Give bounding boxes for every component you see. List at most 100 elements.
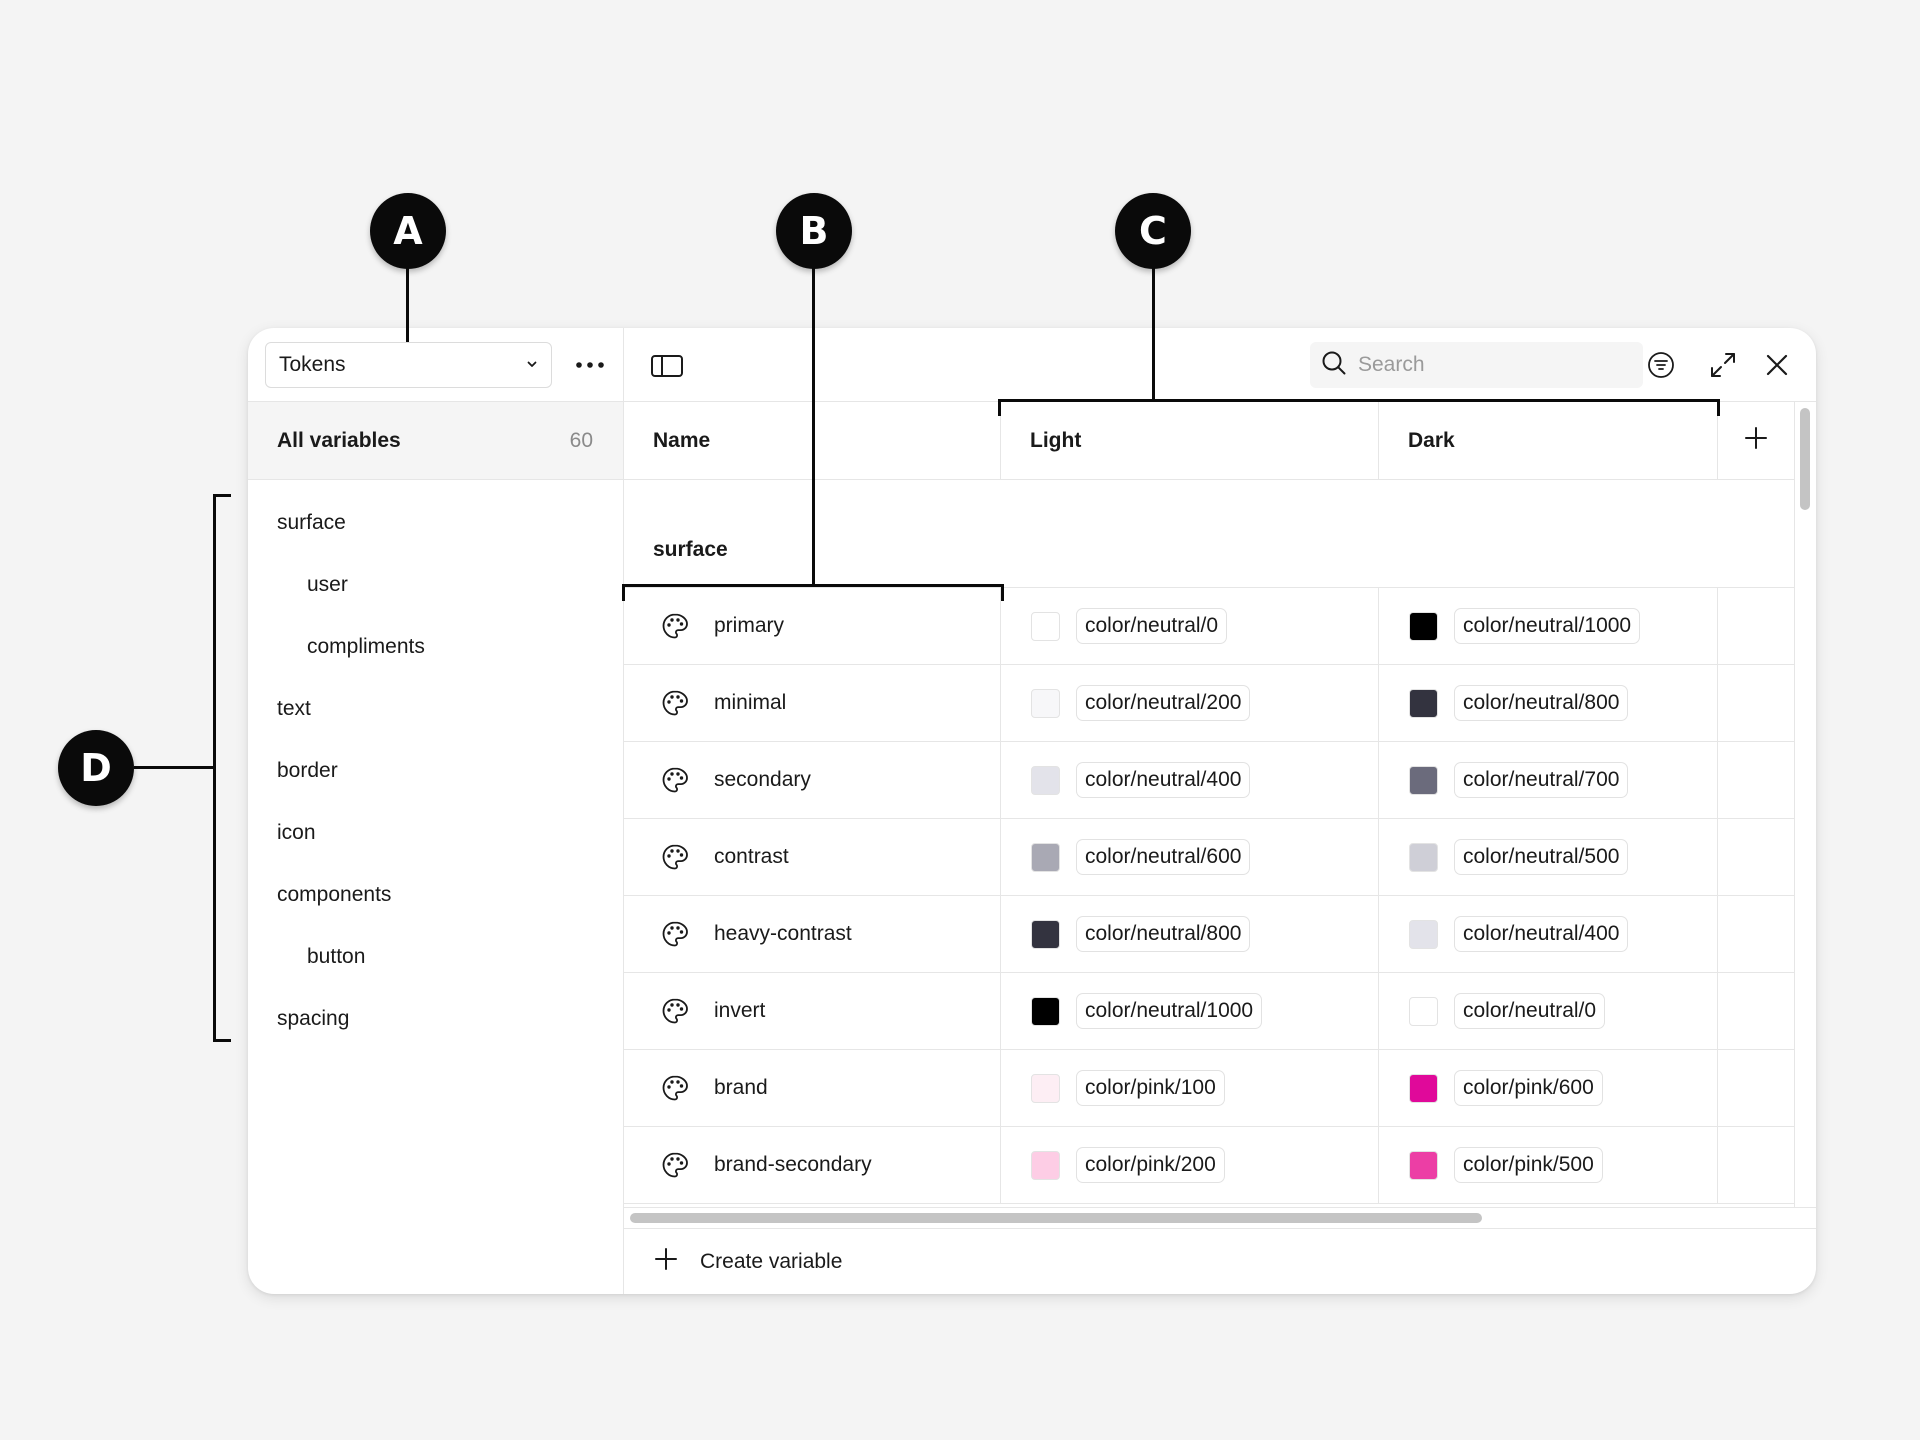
collection-name: Tokens (279, 353, 346, 376)
callout-d-bracket-bottom (213, 1039, 231, 1042)
alias-pill[interactable]: color/neutral/0 (1076, 608, 1228, 644)
alias-pill[interactable]: color/neutral/700 (1454, 762, 1629, 798)
variables-window: Tokens All variables 60 surface user compl… (248, 328, 1816, 1294)
dark-value-cell[interactable]: color/neutral/800 (1379, 665, 1718, 741)
dark-value-cell[interactable]: color/neutral/0 (1379, 973, 1718, 1049)
color-swatch (1031, 765, 1060, 795)
light-value-cell[interactable]: color/neutral/600 (1001, 819, 1379, 895)
sidebar-group-user[interactable]: user (248, 554, 623, 616)
alias-pill[interactable]: color/neutral/400 (1076, 762, 1251, 798)
table-row[interactable]: heavy-contrast color/neutral/800 color/neu… (624, 896, 1794, 973)
dark-value-cell[interactable]: color/neutral/1000 (1379, 588, 1718, 664)
expand-button[interactable] (1707, 349, 1739, 381)
alias-pill[interactable]: color/pink/100 (1076, 1070, 1225, 1106)
alias-pill[interactable]: color/neutral/0 (1454, 993, 1606, 1029)
light-value-cell[interactable]: color/neutral/400 (1001, 742, 1379, 818)
table-row[interactable]: brand-secondary color/pink/200 color/pink/… (624, 1127, 1794, 1204)
column-header-light[interactable]: Light (1001, 402, 1379, 479)
horizontal-scroll-thumb[interactable] (630, 1213, 1482, 1223)
color-swatch (1409, 1150, 1438, 1180)
horizontal-scrollbar[interactable] (624, 1207, 1816, 1229)
main-panel: Name Light Dark surface primary color/neu… (624, 328, 1816, 1294)
alias-pill[interactable]: color/pink/500 (1454, 1147, 1603, 1183)
create-variable-button[interactable]: Create variable (624, 1229, 1816, 1294)
color-swatch (1409, 765, 1438, 795)
alias-pill[interactable]: color/neutral/800 (1454, 685, 1629, 721)
dark-value-cell[interactable]: color/pink/500 (1379, 1127, 1718, 1203)
light-value-cell[interactable]: color/neutral/800 (1001, 896, 1379, 972)
sidebar-group-surface[interactable]: surface (248, 492, 623, 554)
alias-pill[interactable]: color/neutral/500 (1454, 839, 1629, 875)
light-value-cell[interactable]: color/neutral/1000 (1001, 973, 1379, 1049)
more-options-button[interactable] (572, 348, 608, 382)
table-row[interactable]: invert color/neutral/1000 color/neutral/0 (624, 973, 1794, 1050)
alias-pill[interactable]: color/neutral/1000 (1076, 993, 1263, 1029)
sidebar-group-components[interactable]: components (248, 864, 623, 926)
chevron-down-icon (525, 353, 539, 377)
alias-pill[interactable]: color/pink/600 (1454, 1070, 1603, 1106)
vertical-scrollbar[interactable] (1794, 402, 1816, 1207)
table-row[interactable]: minimal color/neutral/200 color/neutral/80… (624, 665, 1794, 742)
empty-cell (1718, 665, 1794, 741)
light-value-cell[interactable]: color/pink/100 (1001, 1050, 1379, 1126)
empty-cell (1718, 588, 1794, 664)
variable-name-cell[interactable]: brand (624, 1050, 1001, 1126)
more-horizontal-icon (575, 356, 605, 374)
variable-name-cell[interactable]: minimal (624, 665, 1001, 741)
sidebar-group-border[interactable]: border (248, 740, 623, 802)
callout-b-bracket-right (1001, 584, 1004, 601)
alias-pill[interactable]: color/pink/200 (1076, 1147, 1225, 1183)
search-field[interactable] (1310, 342, 1643, 388)
toggle-sidebar-button[interactable] (650, 352, 684, 380)
variable-name: invert (714, 999, 766, 1022)
dark-value-cell[interactable]: color/neutral/400 (1379, 896, 1718, 972)
dark-value-cell[interactable]: color/neutral/700 (1379, 742, 1718, 818)
vertical-scroll-thumb[interactable] (1800, 408, 1810, 510)
variable-name-cell[interactable]: invert (624, 973, 1001, 1049)
color-palette-icon (660, 765, 690, 795)
dark-value-cell[interactable]: color/pink/600 (1379, 1050, 1718, 1126)
sidebar-group-icon[interactable]: icon (248, 802, 623, 864)
sidebar-group-text[interactable]: text (248, 678, 623, 740)
dark-value-cell[interactable]: color/neutral/500 (1379, 819, 1718, 895)
sidebar-group-compliments[interactable]: compliments (248, 616, 623, 678)
variable-name-cell[interactable]: heavy-contrast (624, 896, 1001, 972)
alias-pill[interactable]: color/neutral/800 (1076, 916, 1251, 952)
color-swatch (1031, 996, 1060, 1026)
variable-name: secondary (714, 768, 811, 791)
filter-button[interactable] (1646, 350, 1676, 380)
search-input[interactable] (1356, 352, 1616, 378)
alias-pill[interactable]: color/neutral/400 (1454, 916, 1629, 952)
all-variables-item[interactable]: All variables 60 (248, 402, 623, 480)
light-value-cell[interactable]: color/neutral/0 (1001, 588, 1379, 664)
variable-name-cell[interactable]: brand-secondary (624, 1127, 1001, 1203)
expand-icon (1707, 353, 1739, 385)
variable-name-cell[interactable]: contrast (624, 819, 1001, 895)
light-value-cell[interactable]: color/pink/200 (1001, 1127, 1379, 1203)
column-header-dark[interactable]: Dark (1379, 402, 1718, 479)
variable-name: brand (714, 1076, 768, 1099)
table-row[interactable]: secondary color/neutral/400 color/neutral/… (624, 742, 1794, 819)
collection-dropdown[interactable]: Tokens (265, 342, 552, 388)
callout-b-bracket-left (622, 584, 625, 601)
table-row[interactable]: primary color/neutral/0 color/neutral/1000 (624, 588, 1794, 665)
callout-b-bracket (622, 584, 1004, 587)
color-swatch (1409, 611, 1438, 641)
sidebar-group-spacing[interactable]: spacing (248, 988, 623, 1050)
sidebar-group-button[interactable]: button (248, 926, 623, 988)
color-palette-icon (660, 842, 690, 872)
add-mode-button[interactable] (1718, 402, 1794, 479)
close-button[interactable] (1762, 350, 1792, 380)
variable-name: contrast (714, 845, 789, 868)
table-row[interactable]: brand color/pink/100 color/pink/600 (624, 1050, 1794, 1127)
variable-name-cell[interactable]: secondary (624, 742, 1001, 818)
alias-pill[interactable]: color/neutral/600 (1076, 839, 1251, 875)
alias-pill[interactable]: color/neutral/1000 (1454, 608, 1641, 644)
light-value-cell[interactable]: color/neutral/200 (1001, 665, 1379, 741)
variable-name-cell[interactable]: primary (624, 588, 1001, 664)
table-row[interactable]: contrast color/neutral/600 color/neutral/5… (624, 819, 1794, 896)
color-swatch (1409, 842, 1438, 872)
color-swatch (1031, 688, 1060, 718)
sidebar: Tokens All variables 60 surface user compl… (248, 328, 624, 1294)
alias-pill[interactable]: color/neutral/200 (1076, 685, 1251, 721)
